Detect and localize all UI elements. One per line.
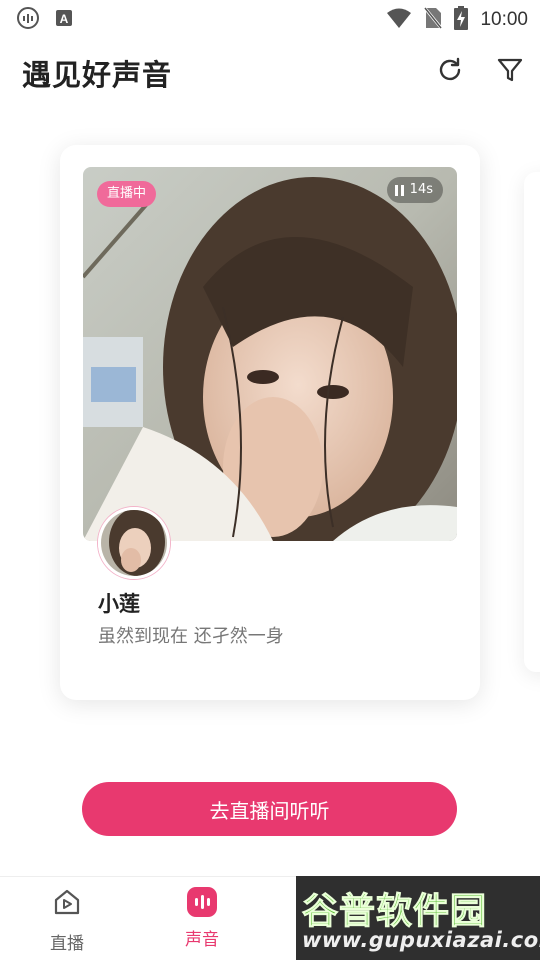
no-sim-icon [423,6,444,33]
watermark: 谷普软件园 www.gupuxiazai.com [296,876,540,960]
next-card-peek[interactable] [524,172,540,672]
battery-charging-icon [454,6,469,34]
podcast-app-icon [16,6,40,34]
audio-duration: 14s [409,182,433,197]
audio-play-toggle[interactable]: 14s [386,177,443,203]
font-app-icon: A [54,8,74,32]
refresh-icon [435,55,465,89]
avatar[interactable] [98,507,170,579]
user-name: 小莲 [98,592,140,616]
pause-icon [394,184,404,196]
page-title: 遇见好声音 [22,58,173,92]
filter-icon [496,56,524,88]
watermark-url: www.gupuxiazai.com [302,928,540,952]
go-to-live-room-button[interactable]: 去直播间听听 [82,782,457,836]
watermark-brand: 谷普软件园 [301,891,488,933]
refresh-button[interactable] [432,54,468,90]
user-bio: 虽然到现在 还孑然一身 [98,626,284,647]
voice-icon [187,887,217,917]
voice-card[interactable]: 直播中 14s 小莲 虽然到现在 还孑然一身 [60,145,480,700]
home-play-icon [52,887,82,921]
status-bar: A 10:00 [0,0,540,36]
nav-label-voice: 声音 [185,930,219,950]
profile-photo[interactable]: 直播中 14s [83,167,457,541]
nav-label-live: 直播 [50,934,84,954]
svg-text:A: A [60,12,69,26]
app-header: 遇见好声音 [0,44,540,100]
wifi-icon [386,7,412,33]
nav-item-voice[interactable]: 声音 [162,887,242,957]
live-badge: 直播中 [97,181,157,207]
filter-button[interactable] [492,54,528,90]
nav-item-live[interactable]: 直播 [27,887,107,957]
status-time: 10:00 [480,9,528,30]
